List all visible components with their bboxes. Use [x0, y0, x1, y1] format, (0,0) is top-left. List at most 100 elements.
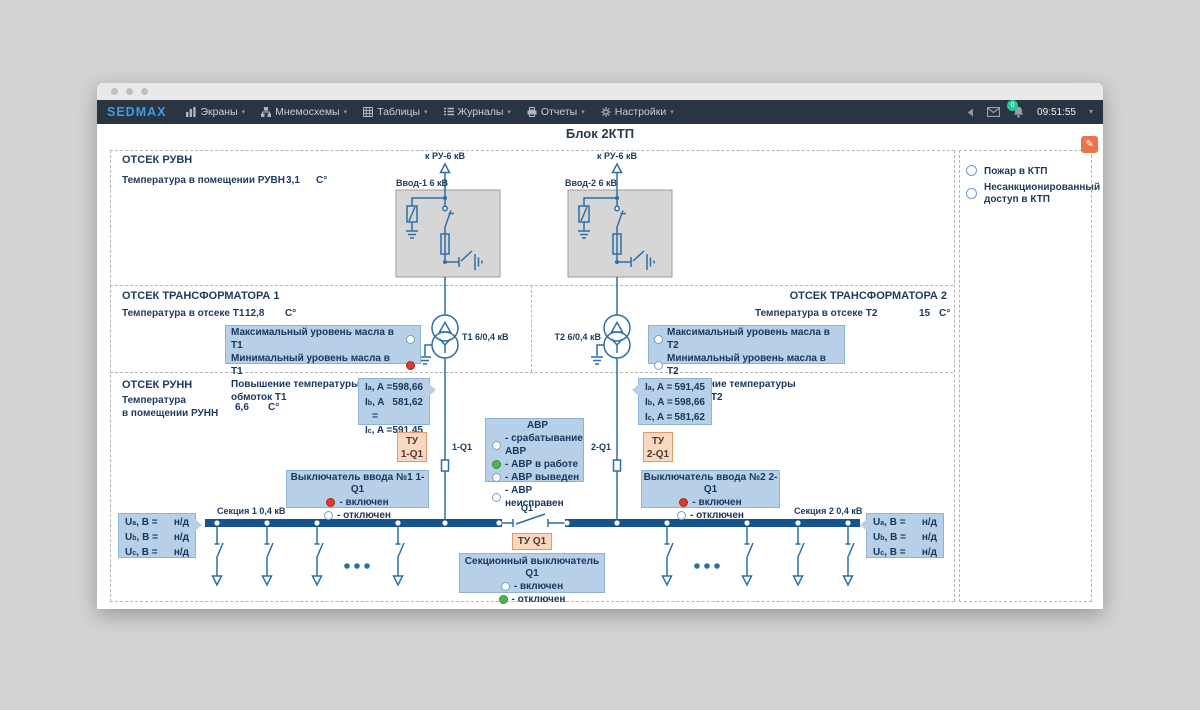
chevron-down-icon: ▾ — [242, 109, 246, 116]
tie-breaker-box: Секционный выключатель Q1 - включен - от… — [459, 553, 605, 593]
avr-title: АВР — [492, 420, 583, 432]
t2-temp-value: 15 — [919, 308, 930, 319]
chevron-down-icon: ▾ — [424, 109, 428, 116]
feeder[interactable] — [743, 527, 754, 585]
section-ruvn-header: ОТСЕК РУВН — [122, 154, 192, 166]
mimic-canvas: Блок 2КТП ✎ — [97, 124, 1103, 609]
chevron-down-icon: ▾ — [581, 109, 585, 116]
app-window: SEDMAX Экраны ▾ Мнемосхемы ▾ Таблицы ▾ Ж… — [97, 83, 1103, 609]
breaker-1q1-tag: 1-Q1 — [452, 442, 472, 452]
t2-temp-label: Температура в отсеке Т2 — [755, 308, 877, 319]
ruvn-temp-label: Температура в помещении РУВН — [122, 175, 285, 186]
section2-bus-label: Секция 2 0,4 кВ — [794, 506, 862, 516]
edit-icon: ✎ — [1085, 139, 1093, 150]
window-titlebar — [97, 83, 1103, 100]
menu-screens[interactable]: Экраны ▾ — [186, 106, 245, 118]
t2-temp-unit: С° — [939, 308, 950, 319]
top-navbar: SEDMAX Экраны ▾ Мнемосхемы ▾ Таблицы ▾ Ж… — [97, 100, 1103, 124]
avr-status-box: АВР - срабатывание АВР - АВР в работе - … — [485, 418, 584, 482]
ruvn-temp-value: 3,1 — [286, 175, 300, 186]
q1-tag: Q1 — [521, 503, 533, 513]
t2-transformer-label: Т2 6/0,4 кВ — [539, 332, 601, 342]
input2-label: Ввод-2 6 кВ — [565, 178, 617, 188]
fire-alarm-led — [966, 165, 977, 176]
avr-disabled-led — [492, 473, 501, 482]
t1-temp-label: Температура в отсеке Т1 — [122, 308, 244, 319]
gears-icon — [601, 107, 611, 117]
t1-temp-value: 12,8 — [245, 308, 264, 319]
voltage-box-2: Ua, В =н/д Ub, В =н/д Uc, В =н/д — [866, 513, 944, 558]
window-dot-3[interactable] — [141, 88, 148, 95]
section-t1-header: ОТСЕК ТРАНСФОРМАТОРА 1 — [122, 290, 279, 302]
to-bus-label-1: к РУ-6 кВ — [415, 151, 475, 161]
tu-q1-button[interactable]: ТУ Q1 — [512, 533, 552, 550]
feeder[interactable] — [263, 527, 274, 585]
feeder[interactable] — [794, 527, 805, 585]
voltage-box-1: Ua, В =н/д Ub, В =н/д Uc, В =н/д — [118, 513, 196, 558]
cb1-off-led — [324, 511, 333, 520]
t1-transformer-label: Т1 6/0,4 кВ — [462, 332, 509, 342]
menu-tables[interactable]: Таблицы ▾ — [363, 106, 427, 118]
fire-alarm-label: Пожар в КТП — [984, 166, 1047, 177]
t1-min-oil-led — [406, 361, 415, 370]
runn-temp-label-1: Температура — [122, 395, 186, 406]
feeder[interactable] — [213, 527, 224, 585]
avr-fault-led — [492, 493, 501, 502]
window-dot-2[interactable] — [126, 88, 133, 95]
menu-settings[interactable]: Настройки ▾ — [601, 106, 674, 118]
tu-2q1-button[interactable]: ТУ2-Q1 — [643, 432, 673, 462]
menu-journals[interactable]: Журналы ▾ — [444, 106, 511, 118]
chevron-down-icon: ▾ — [670, 109, 674, 116]
notifications-bell[interactable]: 0 — [1013, 106, 1024, 118]
to-bus-label-2: к РУ-6 кВ — [587, 151, 647, 161]
table-icon — [363, 107, 373, 117]
breaker-2q1-tag: 2-Q1 — [591, 442, 611, 452]
intrusion-alarm-label: Несанкционированный доступ в КТП — [984, 182, 1094, 206]
input-breaker-1-box: Выключатель ввода №1 1-Q1 - включен - от… — [286, 470, 429, 508]
edit-mimic-button[interactable]: ✎ — [1081, 136, 1098, 153]
sitemap-icon — [261, 107, 271, 117]
avr-active-led — [492, 460, 501, 469]
currents-box-1: Ia, A =598,66 Ib, A =581,62 Ic, A =591,4… — [358, 378, 430, 425]
feeder[interactable] — [313, 527, 324, 585]
menu-reports[interactable]: Отчеты ▾ — [527, 106, 585, 118]
input1-label: Ввод-1 6 кВ — [396, 178, 448, 188]
runn-temp-unit: С° — [268, 402, 279, 413]
chevron-down-icon: ▾ — [507, 109, 511, 116]
intrusion-alarm-led — [966, 188, 977, 199]
printer-icon — [527, 107, 537, 117]
chevron-down-icon: ▾ — [344, 109, 348, 116]
section1-bus-label: Секция 1 0,4 кВ — [217, 506, 285, 516]
tie-breaker-q1[interactable] — [502, 514, 565, 527]
input-breaker-2-box: Выключатель ввода №2 2-Q1 - включен - от… — [641, 470, 780, 508]
sedmax-logo[interactable]: SEDMAX — [107, 105, 166, 119]
tie-off-led — [499, 595, 508, 604]
callout-arrow — [195, 519, 202, 531]
runn-temp-label-2: в помещении РУНН — [122, 408, 218, 419]
notifications-badge: 0 — [1007, 100, 1018, 111]
t2-alarm-box: Максимальный уровень масла в Т2 Минималь… — [648, 325, 845, 364]
runn-temp-value: 6,6 — [235, 402, 249, 413]
cb2-off-led — [677, 511, 686, 520]
list-icon — [444, 107, 454, 117]
tu-1q1-button[interactable]: ТУ1-Q1 — [397, 432, 427, 462]
mail-icon[interactable] — [987, 107, 1000, 117]
callout-arrow — [429, 384, 436, 396]
callout-arrow — [632, 384, 639, 396]
user-chevron-icon[interactable]: ▾ — [1089, 108, 1093, 116]
section-t2-header: ОТСЕК ТРАНСФОРМАТОРА 2 — [777, 290, 947, 302]
feeder[interactable] — [663, 527, 674, 585]
t1-alarm-box: Максимальный уровень масла в Т1 Минималь… — [225, 325, 421, 364]
menu-mimics[interactable]: Мнемосхемы ▾ — [261, 106, 347, 118]
collapse-left-icon[interactable] — [966, 108, 974, 117]
t1-max-oil-led — [406, 335, 415, 344]
cb2-on-led — [679, 498, 688, 507]
bar-chart-icon — [186, 107, 196, 117]
feeder[interactable] — [844, 527, 855, 585]
t2-min-oil-led — [654, 361, 663, 370]
avr-trip-led — [492, 441, 501, 450]
feeder[interactable] — [394, 527, 405, 585]
clock: 09:51:55 — [1037, 107, 1076, 118]
cb1-on-led — [326, 498, 335, 507]
window-dot-1[interactable] — [111, 88, 118, 95]
